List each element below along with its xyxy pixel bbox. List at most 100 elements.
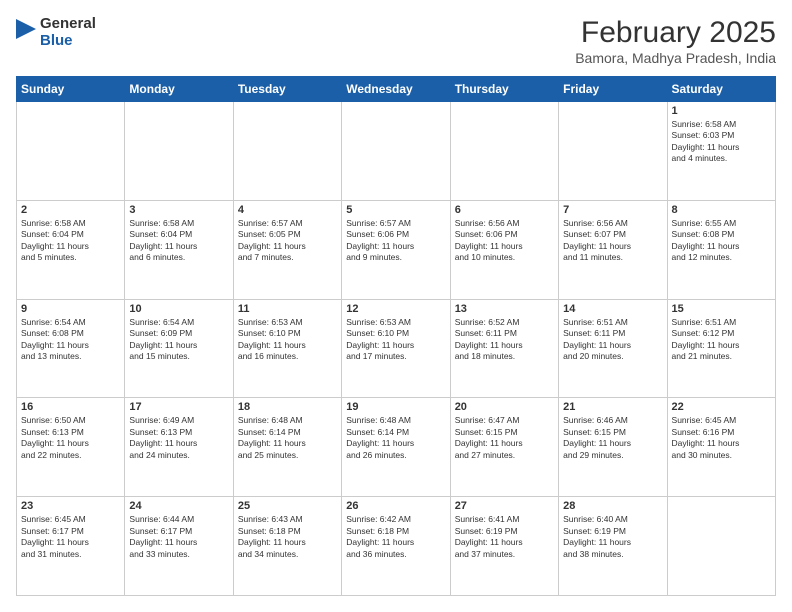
day-number: 27 — [455, 500, 554, 512]
day-number: 4 — [238, 204, 337, 216]
day-info: Sunrise: 6:54 AM Sunset: 6:08 PM Dayligh… — [21, 317, 120, 363]
day-info: Sunrise: 6:42 AM Sunset: 6:18 PM Dayligh… — [346, 514, 445, 560]
calendar-cell: 25Sunrise: 6:43 AM Sunset: 6:18 PM Dayli… — [233, 497, 341, 596]
calendar-cell — [667, 497, 775, 596]
calendar-cell — [342, 102, 450, 201]
day-number: 22 — [672, 401, 771, 413]
calendar-cell: 19 Sunrise: 6:48 AM Sunset: 6:14 PM Dayli… — [342, 398, 450, 497]
day-number: 28 — [563, 500, 662, 512]
day-info: Sunrise: 6:51 AM Sunset: 6:12 PM Dayligh… — [672, 317, 771, 363]
day-info: Sunrise: 6:48 AM Sunset: 6:14 PM Dayligh… — [238, 415, 337, 461]
calendar-cell: 13Sunrise: 6:52 AM Sunset: 6:11 PM Dayli… — [450, 299, 558, 398]
header-saturday: Saturday — [667, 77, 775, 102]
day-number: 18 — [238, 401, 337, 413]
header-wednesday: Wednesday — [342, 77, 450, 102]
location-subtitle: Bamora, Madhya Pradesh, India — [575, 50, 776, 66]
header-thursday: Thursday — [450, 77, 558, 102]
calendar-cell: 16Sunrise: 6:50 AM Sunset: 6:13 PM Dayli… — [17, 398, 125, 497]
calendar-cell: 27 Sunrise: 6:41 AM Sunset: 6:19 PM Dayli… — [450, 497, 558, 596]
day-number: 15 — [672, 303, 771, 315]
day-info: Sunrise: 6:53 AM Sunset: 6:10 PM Dayligh… — [238, 317, 337, 363]
logo: General Blue — [16, 16, 96, 49]
day-info: Sunrise: 6:49 AM Sunset: 6:13 PM Dayligh… — [129, 415, 228, 461]
day-info: Sunrise: 6:56 AM Sunset: 6:06 PM Dayligh… — [455, 218, 554, 264]
day-info: Sunrise: 6:43 AM Sunset: 6:18 PM Dayligh… — [238, 514, 337, 560]
calendar-cell: 20 Sunrise: 6:47 AM Sunset: 6:15 PM Dayli… — [450, 398, 558, 497]
calendar-cell: 7 Sunrise: 6:56 AM Sunset: 6:07 PM Daylig… — [559, 200, 667, 299]
day-number: 14 — [563, 303, 662, 315]
month-year-title: February 2025 — [575, 16, 776, 50]
calendar-cell: 28 Sunrise: 6:40 AM Sunset: 6:19 PM Dayli… — [559, 497, 667, 596]
calendar-table: SundayMondayTuesdayWednesdayThursdayFrid… — [16, 76, 776, 596]
day-info: Sunrise: 6:41 AM Sunset: 6:19 PM Dayligh… — [455, 514, 554, 560]
calendar-cell: 11Sunrise: 6:53 AM Sunset: 6:10 PM Dayli… — [233, 299, 341, 398]
day-info: Sunrise: 6:52 AM Sunset: 6:11 PM Dayligh… — [455, 317, 554, 363]
page: General Blue February 2025 Bamora, Madhy… — [0, 0, 792, 612]
day-number: 21 — [563, 401, 662, 413]
day-info: Sunrise: 6:45 AM Sunset: 6:17 PM Dayligh… — [21, 514, 120, 560]
calendar-cell: 17 Sunrise: 6:49 AM Sunset: 6:13 PM Dayli… — [125, 398, 233, 497]
day-number: 5 — [346, 204, 445, 216]
day-number: 23 — [21, 500, 120, 512]
calendar-cell: 6 Sunrise: 6:56 AM Sunset: 6:06 PM Daylig… — [450, 200, 558, 299]
day-number: 19 — [346, 401, 445, 413]
calendar-cell: 4 Sunrise: 6:57 AM Sunset: 6:05 PM Daylig… — [233, 200, 341, 299]
calendar-cell: 3Sunrise: 6:58 AM Sunset: 6:04 PM Daylig… — [125, 200, 233, 299]
header-friday: Friday — [559, 77, 667, 102]
header: General Blue February 2025 Bamora, Madhy… — [16, 16, 776, 66]
calendar-cell: 21 Sunrise: 6:46 AM Sunset: 6:15 PM Dayli… — [559, 398, 667, 497]
day-number: 7 — [563, 204, 662, 216]
calendar-cell: 15 Sunrise: 6:51 AM Sunset: 6:12 PM Dayli… — [667, 299, 775, 398]
calendar-cell: 8 Sunrise: 6:55 AM Sunset: 6:08 PM Daylig… — [667, 200, 775, 299]
day-info: Sunrise: 6:58 AM Sunset: 6:04 PM Dayligh… — [129, 218, 228, 264]
calendar-cell: 23 Sunrise: 6:45 AM Sunset: 6:17 PM Dayli… — [17, 497, 125, 596]
logo-blue: Blue — [40, 33, 96, 50]
calendar-header-row: SundayMondayTuesdayWednesdayThursdayFrid… — [17, 77, 776, 102]
day-info: Sunrise: 6:54 AM Sunset: 6:09 PM Dayligh… — [129, 317, 228, 363]
header-monday: Monday — [125, 77, 233, 102]
day-number: 17 — [129, 401, 228, 413]
calendar-cell: 5 Sunrise: 6:57 AM Sunset: 6:06 PM Daylig… — [342, 200, 450, 299]
day-info: Sunrise: 6:56 AM Sunset: 6:07 PM Dayligh… — [563, 218, 662, 264]
week-row-1: 1 Sunrise: 6:58 AM Sunset: 6:03 PM Daylig… — [17, 102, 776, 201]
week-row-5: 23 Sunrise: 6:45 AM Sunset: 6:17 PM Dayli… — [17, 497, 776, 596]
day-info: Sunrise: 6:58 AM Sunset: 6:04 PM Dayligh… — [21, 218, 120, 264]
day-number: 10 — [129, 303, 228, 315]
day-info: Sunrise: 6:48 AM Sunset: 6:14 PM Dayligh… — [346, 415, 445, 461]
calendar-cell: 10 Sunrise: 6:54 AM Sunset: 6:09 PM Dayli… — [125, 299, 233, 398]
week-row-4: 16Sunrise: 6:50 AM Sunset: 6:13 PM Dayli… — [17, 398, 776, 497]
title-block: February 2025 Bamora, Madhya Pradesh, In… — [575, 16, 776, 66]
week-row-2: 2Sunrise: 6:58 AM Sunset: 6:04 PM Daylig… — [17, 200, 776, 299]
day-number: 20 — [455, 401, 554, 413]
day-info: Sunrise: 6:47 AM Sunset: 6:15 PM Dayligh… — [455, 415, 554, 461]
day-info: Sunrise: 6:51 AM Sunset: 6:11 PM Dayligh… — [563, 317, 662, 363]
calendar-cell: 9 Sunrise: 6:54 AM Sunset: 6:08 PM Daylig… — [17, 299, 125, 398]
day-number: 6 — [455, 204, 554, 216]
day-info: Sunrise: 6:45 AM Sunset: 6:16 PM Dayligh… — [672, 415, 771, 461]
day-info: Sunrise: 6:44 AM Sunset: 6:17 PM Dayligh… — [129, 514, 228, 560]
calendar-cell — [559, 102, 667, 201]
calendar-cell — [450, 102, 558, 201]
day-number: 26 — [346, 500, 445, 512]
calendar-cell: 18 Sunrise: 6:48 AM Sunset: 6:14 PM Dayli… — [233, 398, 341, 497]
day-info: Sunrise: 6:57 AM Sunset: 6:05 PM Dayligh… — [238, 218, 337, 264]
day-number: 16 — [21, 401, 120, 413]
day-number: 9 — [21, 303, 120, 315]
day-number: 8 — [672, 204, 771, 216]
header-sunday: Sunday — [17, 77, 125, 102]
day-info: Sunrise: 6:57 AM Sunset: 6:06 PM Dayligh… — [346, 218, 445, 264]
day-number: 24 — [129, 500, 228, 512]
day-number: 12 — [346, 303, 445, 315]
calendar-cell — [125, 102, 233, 201]
day-info: Sunrise: 6:46 AM Sunset: 6:15 PM Dayligh… — [563, 415, 662, 461]
day-number: 1 — [672, 105, 771, 117]
calendar-cell: 24 Sunrise: 6:44 AM Sunset: 6:17 PM Dayli… — [125, 497, 233, 596]
day-info: Sunrise: 6:58 AM Sunset: 6:03 PM Dayligh… — [672, 119, 771, 165]
day-info: Sunrise: 6:40 AM Sunset: 6:19 PM Dayligh… — [563, 514, 662, 560]
calendar-cell: 14 Sunrise: 6:51 AM Sunset: 6:11 PM Dayli… — [559, 299, 667, 398]
day-info: Sunrise: 6:55 AM Sunset: 6:08 PM Dayligh… — [672, 218, 771, 264]
week-row-3: 9 Sunrise: 6:54 AM Sunset: 6:08 PM Daylig… — [17, 299, 776, 398]
calendar-cell: 26 Sunrise: 6:42 AM Sunset: 6:18 PM Dayli… — [342, 497, 450, 596]
logo-general: General — [40, 16, 96, 33]
day-info: Sunrise: 6:53 AM Sunset: 6:10 PM Dayligh… — [346, 317, 445, 363]
